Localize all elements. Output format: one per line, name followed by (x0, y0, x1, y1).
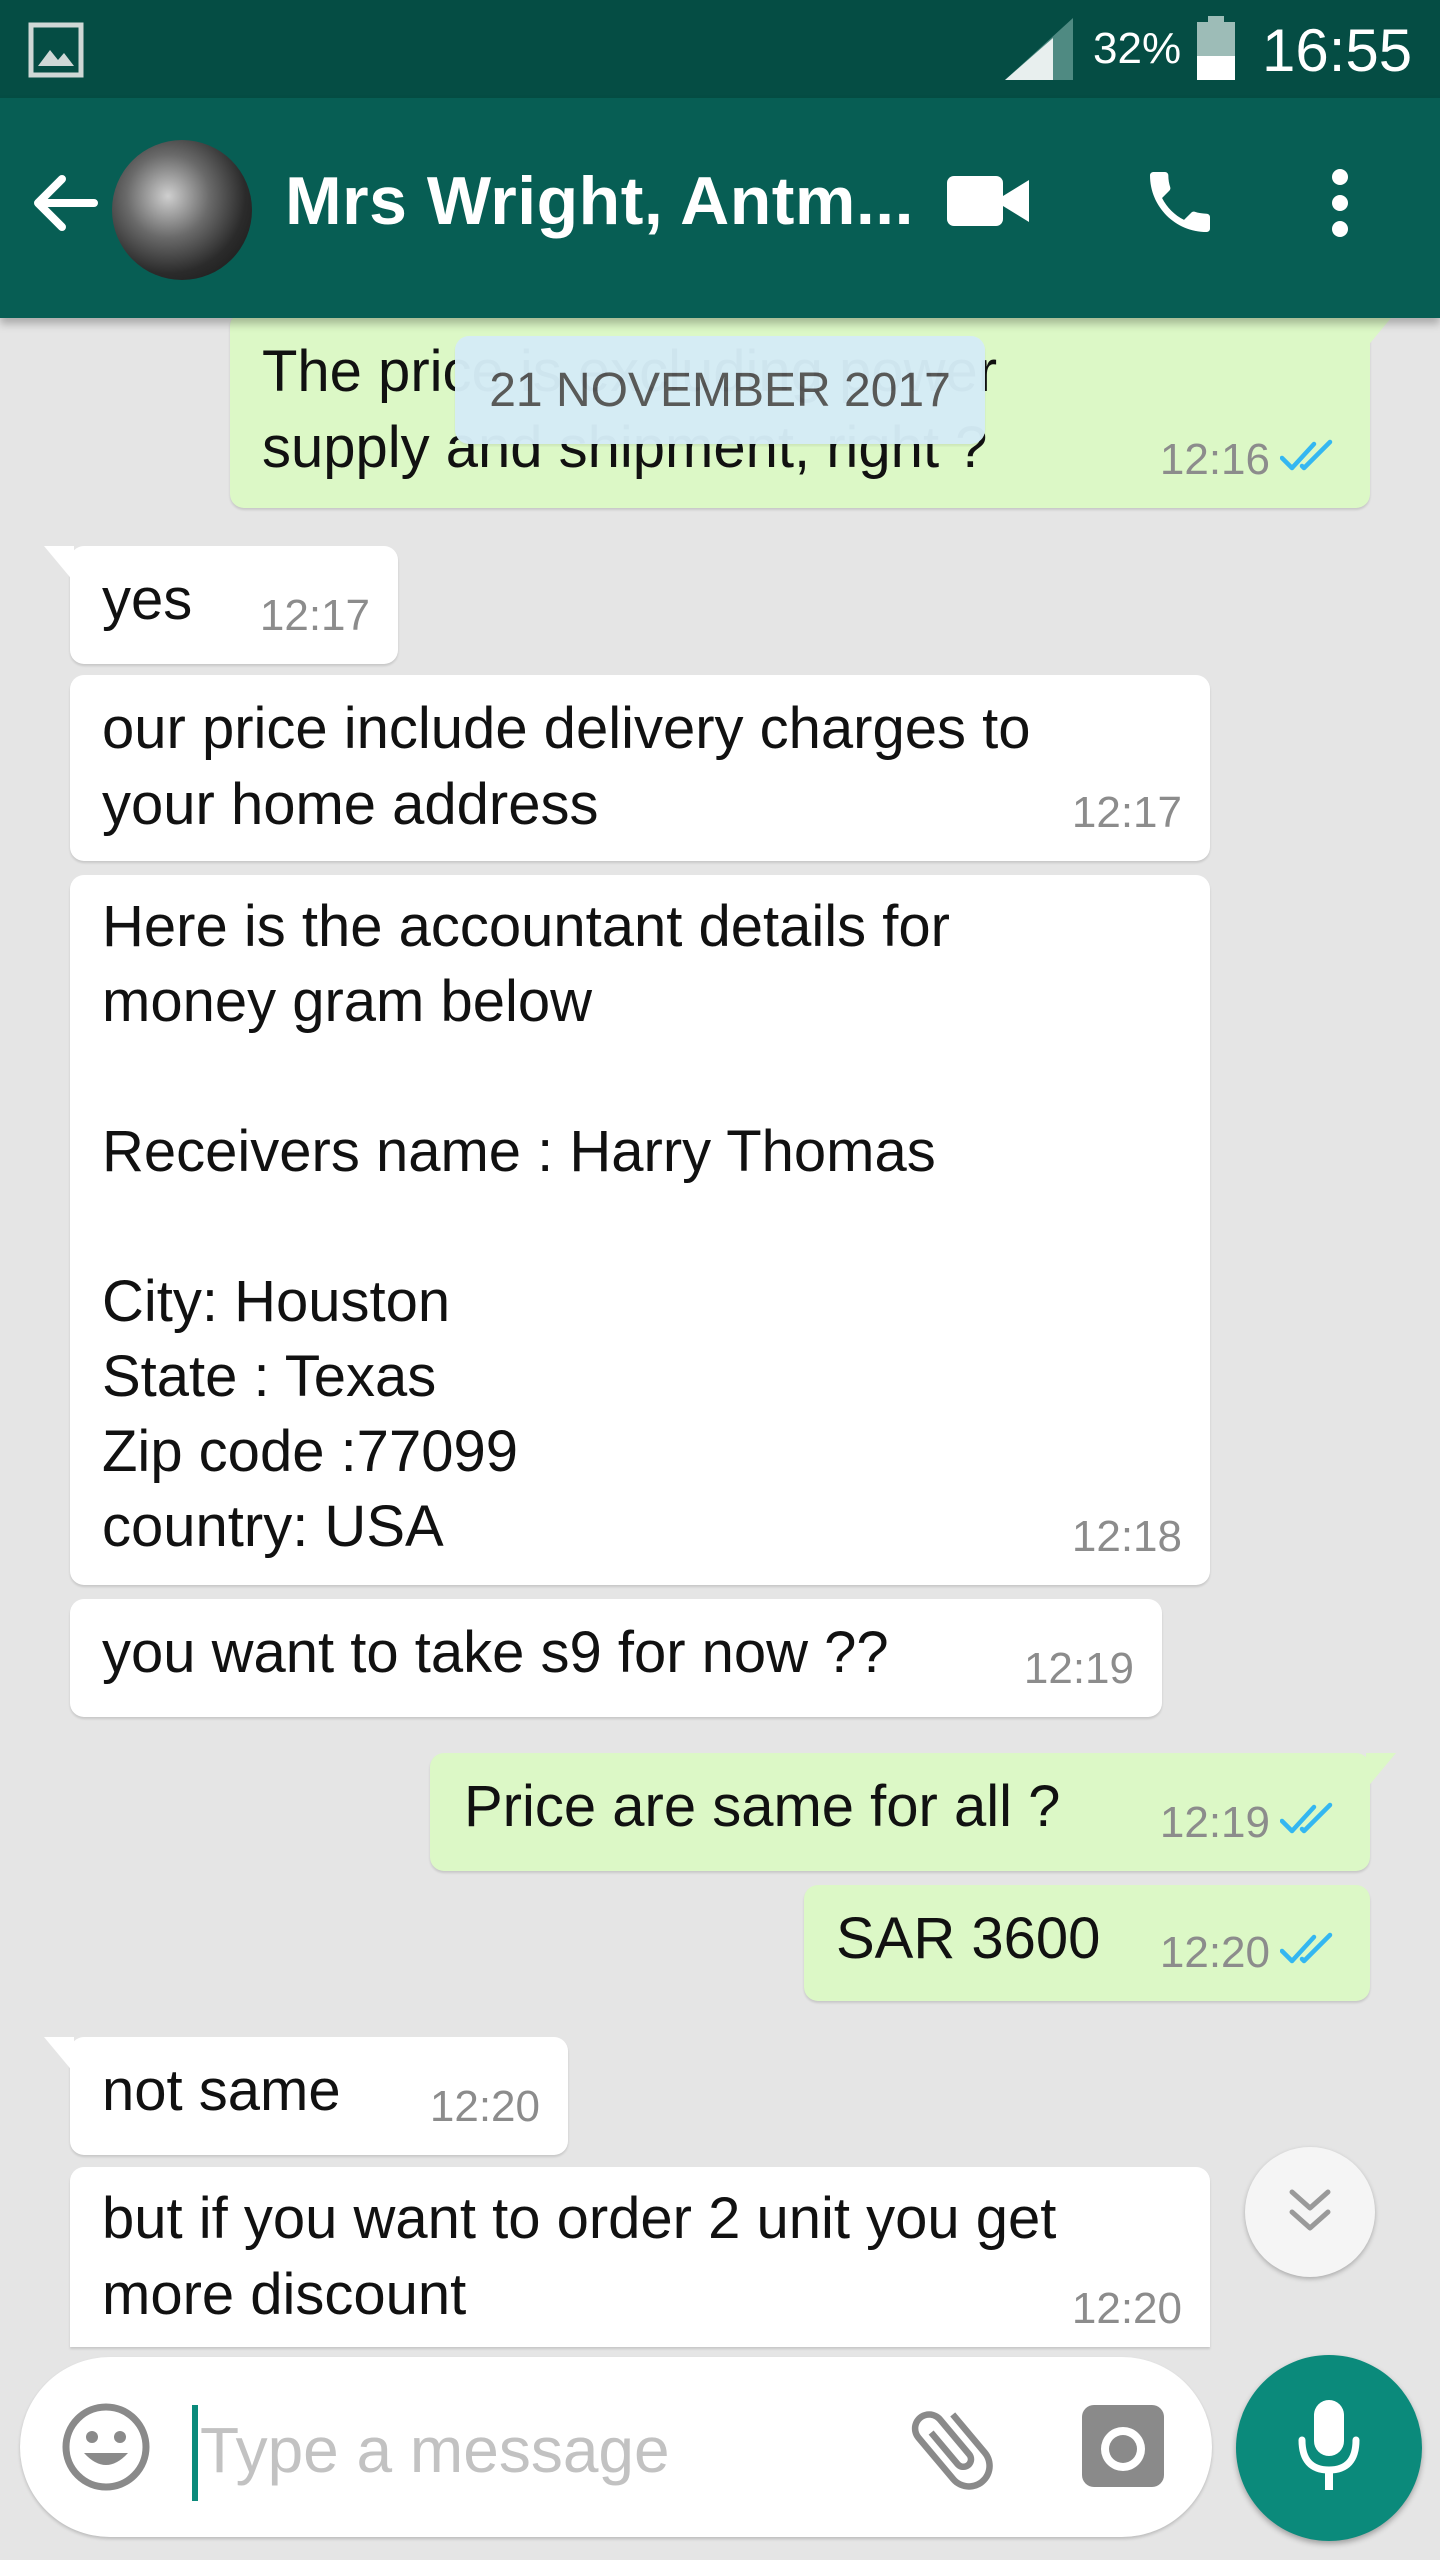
message-outgoing[interactable]: Price are same for all ? 12:19 (430, 1753, 1396, 1871)
scroll-to-bottom-button[interactable] (1245, 2147, 1375, 2277)
message-text: Here is the accountant details for money… (102, 894, 950, 1559)
phone-icon[interactable] (1140, 162, 1220, 247)
message-time: 12:18 (1071, 1512, 1182, 1561)
battery-icon (1195, 16, 1237, 87)
avatar[interactable] (112, 140, 252, 280)
message-incoming[interactable]: not same 12:20 (44, 2037, 568, 2155)
voice-message-button[interactable] (1236, 2355, 1422, 2541)
double-check-read-icon (1279, 422, 1342, 498)
double-chevron-down-icon (1282, 2182, 1338, 2243)
message-text: but if you want to order 2 unit you get … (102, 2186, 1057, 2327)
message-time: 12:20 (1159, 1928, 1270, 1977)
message-incoming[interactable]: Here is the accountant details for money… (70, 875, 1210, 1585)
message-time: 12:16 (1159, 435, 1270, 484)
message-text: you want to take s9 for now ?? (102, 1620, 889, 1685)
message-text: yes (102, 567, 193, 632)
message-time: 12:20 (429, 2082, 540, 2131)
compose-bar (20, 2357, 1212, 2537)
chat-header: Mrs Wright, Antm... (0, 98, 1440, 318)
microphone-icon (1294, 2396, 1364, 2501)
message-incoming[interactable]: but if you want to order 2 unit you get … (70, 2167, 1210, 2347)
message-text: our price include delivery charges to yo… (102, 696, 1031, 837)
paperclip-icon[interactable] (900, 2397, 1004, 2506)
message-time: 12:19 (1159, 1798, 1270, 1847)
gallery-notification-icon (28, 22, 84, 83)
emoji-icon[interactable] (60, 2401, 152, 2498)
message-outgoing[interactable]: SAR 3600 12:20 (804, 1885, 1370, 2001)
status-bar: 32% 16:55 (0, 0, 1440, 98)
double-check-read-icon (1279, 1785, 1342, 1861)
camera-icon[interactable] (1080, 2403, 1166, 2494)
message-time: 12:17 (259, 591, 370, 640)
message-incoming[interactable]: our price include delivery charges to yo… (70, 675, 1210, 861)
message-text: SAR 3600 (836, 1906, 1101, 1971)
text-cursor (192, 2405, 198, 2501)
signal-icon (1003, 16, 1075, 87)
more-options-icon[interactable] (1325, 168, 1355, 243)
message-incoming[interactable]: you want to take s9 for now ?? 12:19 (70, 1599, 1162, 1717)
message-text: not same (102, 2058, 341, 2123)
battery-percentage: 32% (1093, 24, 1182, 73)
video-call-icon[interactable] (945, 170, 1031, 237)
double-check-read-icon (1279, 1915, 1342, 1991)
back-arrow-icon[interactable] (28, 166, 102, 240)
message-text: Price are same for all ? (464, 1774, 1061, 1839)
message-input[interactable] (200, 2405, 860, 2495)
date-divider: 21 NOVEMBER 2017 (455, 336, 985, 444)
message-time: 12:17 (1071, 788, 1182, 837)
message-time: 12:19 (1023, 1644, 1134, 1693)
clock: 16:55 (1262, 17, 1413, 84)
message-incoming[interactable]: yes 12:17 (44, 546, 398, 664)
chat-title[interactable]: Mrs Wright, Antm... (285, 162, 914, 240)
message-time: 12:20 (1071, 2284, 1182, 2333)
